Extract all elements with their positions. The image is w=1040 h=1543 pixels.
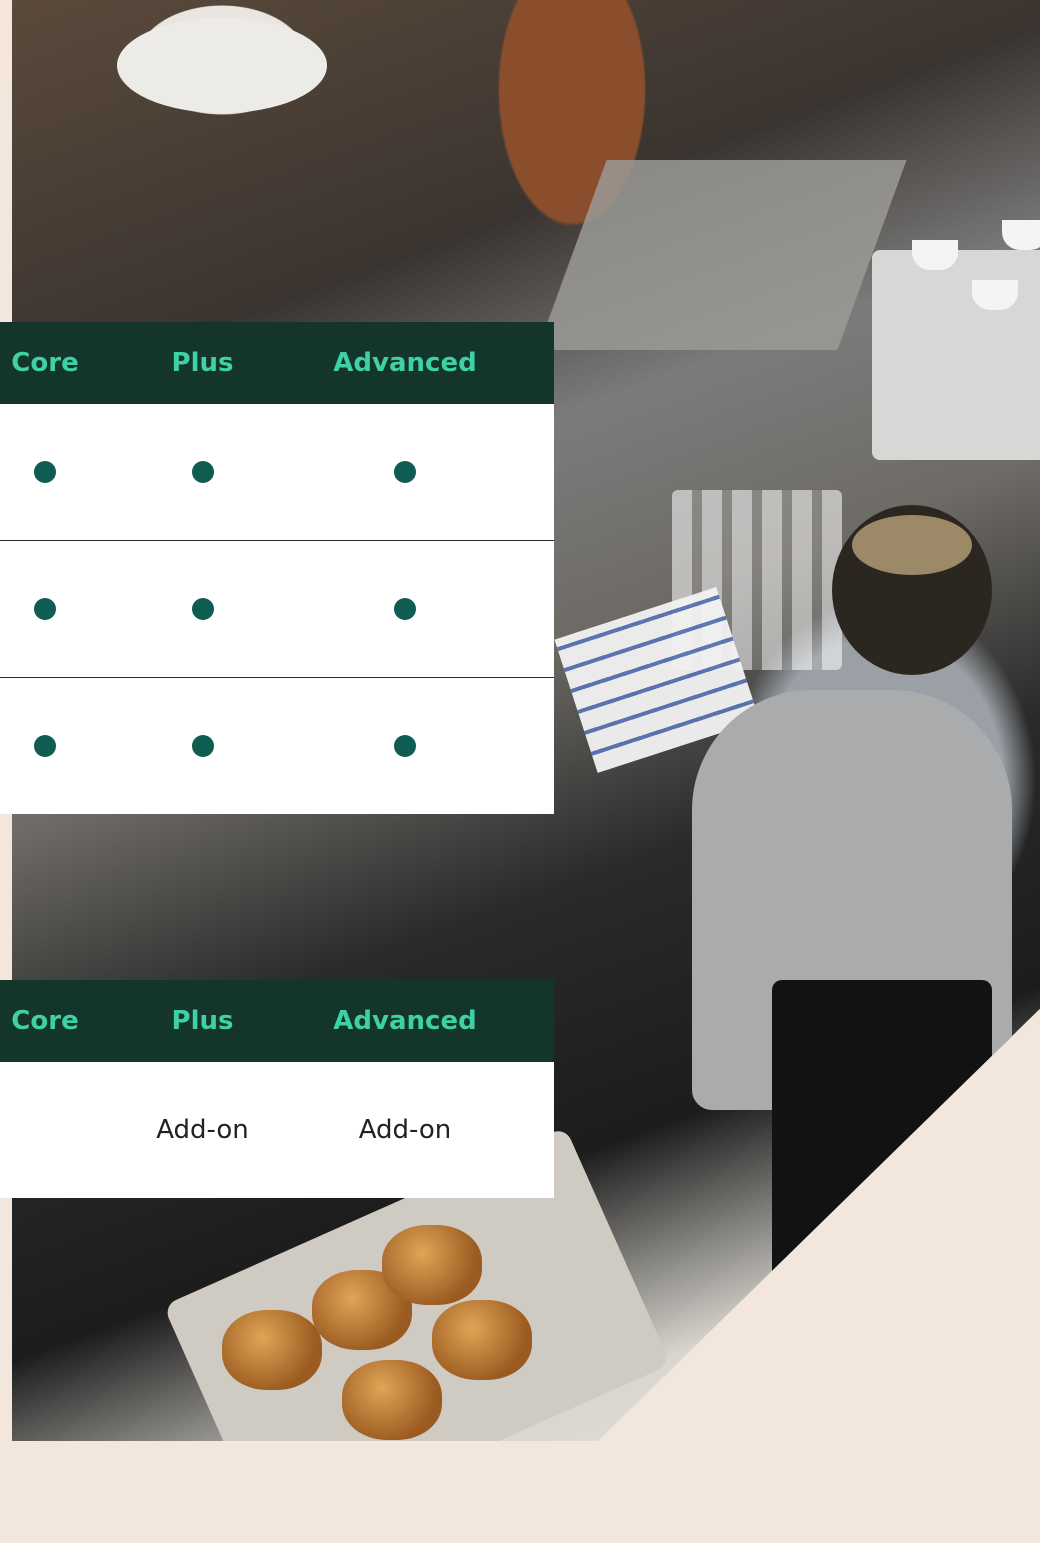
counter-image bbox=[537, 160, 907, 350]
cup-image bbox=[912, 240, 958, 270]
included-dot-icon bbox=[394, 735, 416, 757]
pastry-image bbox=[222, 1310, 322, 1390]
table-row bbox=[0, 678, 554, 814]
pastry-image bbox=[342, 1360, 442, 1440]
included-dot-icon bbox=[191, 461, 214, 483]
cell-plus: Add-on bbox=[156, 1115, 249, 1145]
header-core: Core bbox=[11, 348, 79, 378]
included-dot-icon bbox=[191, 598, 214, 620]
cup-image bbox=[1002, 220, 1040, 250]
table-row bbox=[0, 404, 554, 541]
header-core: Core bbox=[11, 1006, 79, 1036]
apron-image bbox=[772, 980, 992, 1280]
cafe-table-image bbox=[117, 18, 327, 113]
included-dot-icon bbox=[34, 735, 56, 757]
pricing-table-1: Core Plus Advanced bbox=[0, 322, 554, 814]
included-dot-icon bbox=[394, 461, 416, 483]
table-row bbox=[0, 541, 554, 678]
included-dot-icon bbox=[34, 598, 56, 620]
cup-image bbox=[972, 280, 1018, 310]
pastry-image bbox=[432, 1300, 532, 1380]
header-advanced: Advanced bbox=[333, 348, 477, 378]
table-header: Core Plus Advanced bbox=[0, 322, 554, 404]
included-dot-icon bbox=[394, 598, 416, 620]
included-dot-icon bbox=[34, 461, 56, 483]
table-header: Core Plus Advanced bbox=[0, 980, 554, 1062]
header-advanced: Advanced bbox=[333, 1006, 477, 1036]
cell-advanced: Add-on bbox=[358, 1115, 452, 1145]
pricing-table-2: Core Plus Advanced Add-on Add-on bbox=[0, 980, 554, 1198]
header-plus: Plus bbox=[171, 1006, 234, 1036]
table-row: Add-on Add-on bbox=[0, 1062, 554, 1198]
included-dot-icon bbox=[191, 735, 214, 757]
barista-hair-image bbox=[832, 505, 992, 675]
pastry-image bbox=[382, 1225, 482, 1305]
header-plus: Plus bbox=[171, 348, 234, 378]
